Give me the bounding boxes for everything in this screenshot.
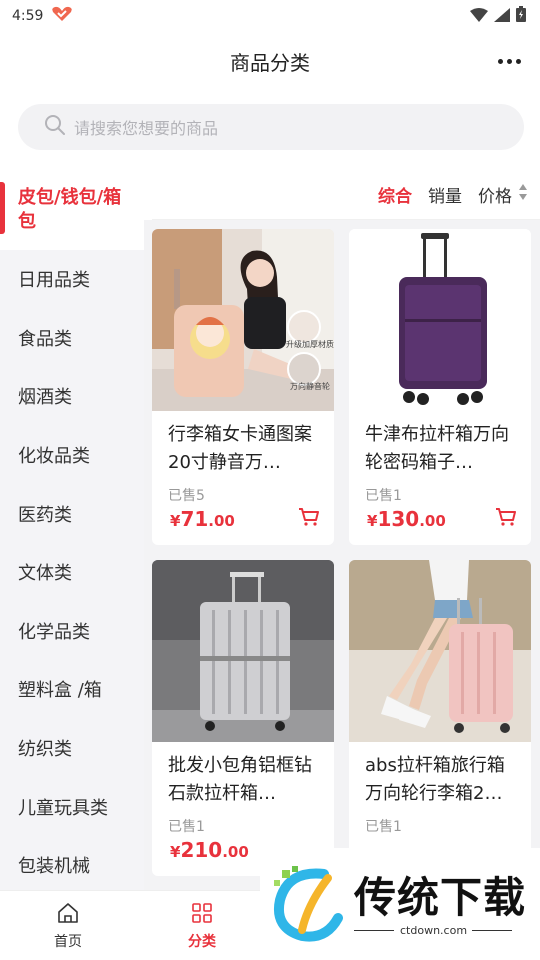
watermark-text: 传统下载: [354, 873, 527, 922]
tab-category[interactable]: 分类: [162, 901, 242, 951]
signal-icon: [494, 7, 510, 26]
product-name: 批发小包角铝框钻石款拉杆箱…: [168, 755, 312, 804]
watermark-divider: [472, 930, 512, 931]
sidebar-item-food[interactable]: 食品类: [0, 309, 144, 368]
product-price: ¥71.00: [170, 507, 235, 531]
watermark-logo-icon: [268, 864, 348, 948]
product-grid: 升级加厚材质 万向静音轮 行李箱女卡通图案20寸静音万… 已售5 ¥71.00: [144, 220, 540, 890]
price-decimal: .00: [222, 843, 249, 861]
price-row: ¥71.00: [152, 505, 334, 545]
product-image: [349, 229, 531, 411]
price-currency: ¥: [170, 843, 181, 861]
grid-icon: [190, 903, 214, 929]
category-sidebar: 皮包/钱包/箱包 日用品类 食品类 烟酒类 化妆品类 医药类 文体类 化学品类 …: [0, 170, 144, 890]
watermark-divider: [354, 930, 394, 931]
cart-icon[interactable]: [298, 507, 320, 531]
search-placeholder: 请搜索您想要的商品: [74, 119, 219, 138]
watermark-url: ctdown.com: [400, 924, 468, 937]
dot-icon: [515, 58, 521, 64]
product-image: 升级加厚材质 万向静音轮: [152, 229, 334, 411]
dot-icon: [497, 58, 503, 64]
price-currency: ¥: [170, 512, 181, 530]
product-card[interactable]: abs拉杆箱旅行箱万向轮行李箱2… 已售1: [349, 560, 531, 876]
product-sold: 已售1: [365, 488, 402, 504]
price-integer: 130: [377, 507, 420, 531]
product-content: 综合 销量 价格 升级加厚材质 万向静音轮 行李箱女卡通图案20寸静音万… 已售…: [144, 170, 540, 890]
badge-1-text: 升级加厚材质: [286, 339, 334, 349]
sidebar-item-chemicals[interactable]: 化学品类: [0, 602, 144, 661]
sort-price[interactable]: 价格: [478, 182, 528, 207]
product-sold: 已售1: [365, 819, 402, 835]
sort-sales[interactable]: 销量: [428, 182, 462, 207]
sort-comprehensive[interactable]: 综合: [378, 182, 412, 207]
product-image: [349, 560, 531, 742]
price-currency: ¥: [367, 512, 378, 530]
sort-arrows-icon: [518, 183, 528, 206]
home-icon: [56, 903, 80, 929]
product-price: ¥210.00: [170, 838, 249, 862]
watermark: 传统下载 ctdown.com: [260, 848, 540, 960]
battery-icon: [516, 6, 526, 26]
price-decimal: .00: [419, 512, 446, 530]
product-sold: 已售1: [168, 819, 205, 835]
badge-2-text: 万向静音轮: [290, 381, 330, 391]
sidebar-item-daily[interactable]: 日用品类: [0, 250, 144, 309]
more-options-button[interactable]: [494, 46, 524, 76]
search-input[interactable]: 请搜索您想要的商品: [18, 104, 524, 150]
search-area: 请搜索您想要的商品: [0, 90, 540, 170]
sidebar-item-cosmetics[interactable]: 化妆品类: [0, 426, 144, 485]
nav-header: 商品分类: [0, 32, 540, 90]
price-decimal: .00: [208, 512, 235, 530]
sort-bar: 综合 销量 价格: [152, 170, 540, 220]
sidebar-item-packaging-machinery[interactable]: 包装机械: [0, 836, 144, 895]
search-icon: [44, 114, 66, 140]
status-bar: 4:59: [0, 0, 540, 32]
sidebar-item-medicine[interactable]: 医药类: [0, 484, 144, 543]
price-integer: 71: [180, 507, 209, 531]
wifi-icon: [470, 7, 488, 26]
dot-icon: [506, 58, 512, 64]
price-integer: 210: [180, 838, 223, 862]
product-card[interactable]: 批发小包角铝框钻石款拉杆箱… 已售1 ¥210.00: [152, 560, 334, 876]
product-name: abs拉杆箱旅行箱万向轮行李箱2…: [365, 755, 505, 804]
sidebar-item-plastic-boxes[interactable]: 塑料盒 /箱: [0, 660, 144, 719]
product-name: 行李箱女卡通图案20寸静音万…: [168, 424, 312, 473]
sidebar-item-textiles[interactable]: 纺织类: [0, 719, 144, 778]
product-image: [152, 560, 334, 742]
product-card[interactable]: 牛津布拉杆箱万向轮密码箱子… 已售1 ¥130.00: [349, 229, 531, 545]
page-title: 商品分类: [230, 50, 310, 75]
tab-category-label: 分类: [188, 934, 216, 950]
price-row: ¥130.00: [349, 505, 531, 545]
product-card[interactable]: 升级加厚材质 万向静音轮 行李箱女卡通图案20寸静音万… 已售5 ¥71.00: [152, 229, 334, 545]
product-name: 牛津布拉杆箱万向轮密码箱子…: [365, 424, 509, 473]
sidebar-item-bags[interactable]: 皮包/钱包/箱包: [0, 170, 144, 250]
status-time: 4:59: [12, 8, 44, 24]
tab-home[interactable]: 首页: [28, 901, 108, 951]
sidebar-item-stationery[interactable]: 文体类: [0, 543, 144, 602]
sidebar-item-toys[interactable]: 儿童玩具类: [0, 777, 144, 836]
product-price: ¥130.00: [367, 507, 446, 531]
product-sold: 已售5: [168, 488, 205, 504]
sort-price-label: 价格: [478, 187, 512, 207]
tab-home-label: 首页: [54, 934, 82, 950]
cart-icon[interactable]: [495, 507, 517, 531]
sidebar-item-tobacco-alcohol[interactable]: 烟酒类: [0, 367, 144, 426]
app-notification-icon: [51, 6, 73, 26]
